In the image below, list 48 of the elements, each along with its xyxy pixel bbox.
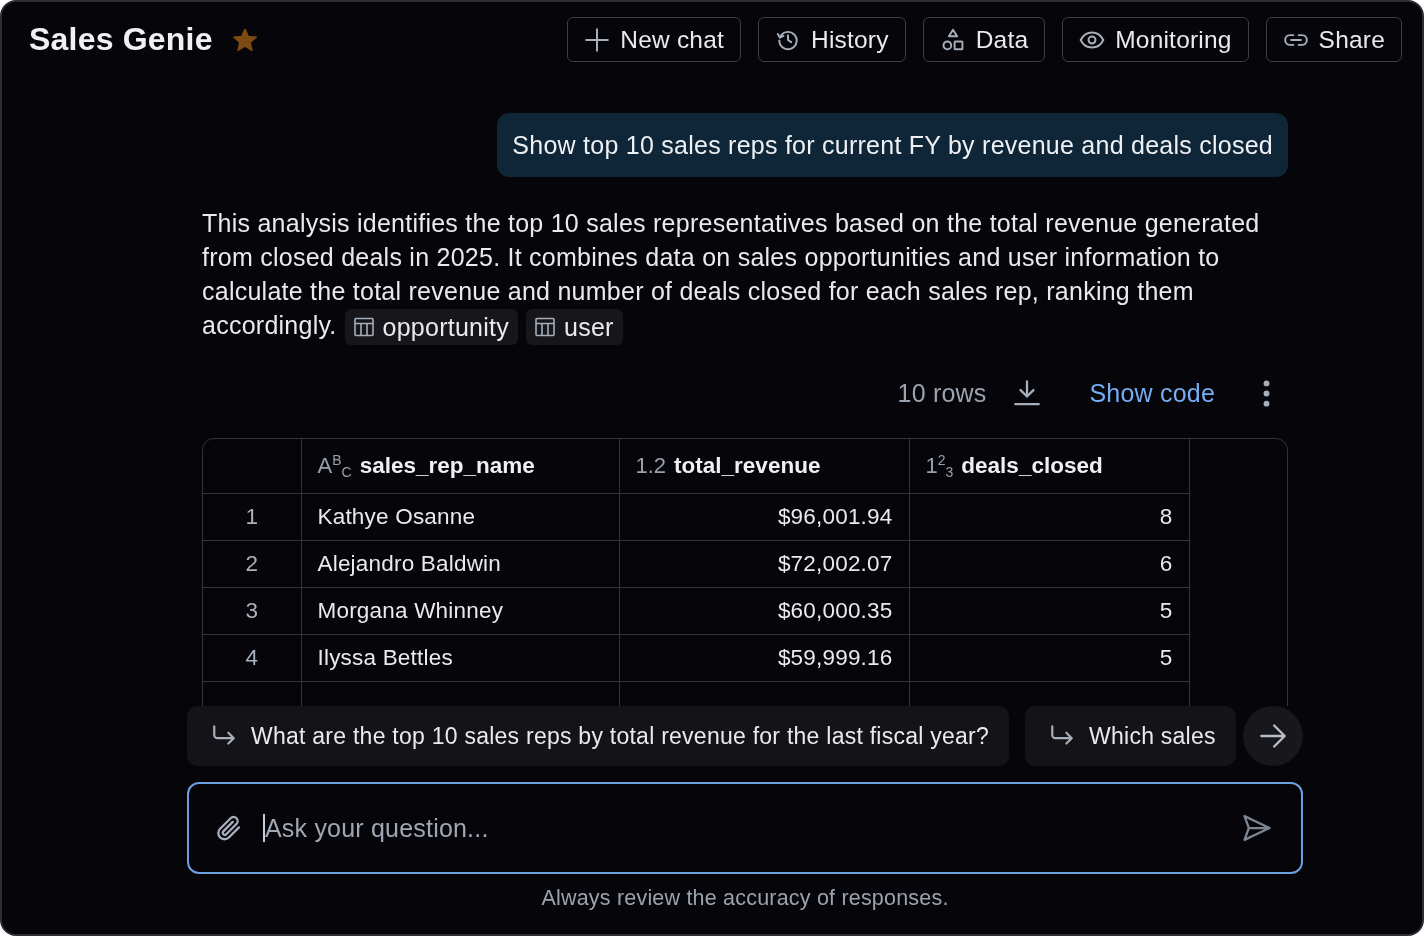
row-number: 2 — [203, 540, 301, 588]
paperclip-icon — [215, 814, 243, 842]
plus-icon — [584, 26, 611, 53]
column-name: deals_closed — [961, 453, 1103, 479]
history-button[interactable]: History — [758, 17, 906, 62]
table-cell: $96,001.94 — [619, 493, 909, 541]
row-number: 3 — [203, 587, 301, 635]
app-title: Sales Genie — [29, 21, 213, 58]
answer-text: This analysis identifies the top 10 sales representatives based on the total revenue generated from closed deals in 2025. It combines data on sales opportunities and user information to calculate the total revenue and number of deals closed for each sales rep, ranking them accordingly. opportunity user — [202, 206, 1288, 346]
type-symbol: 1.2 — [635, 453, 667, 479]
data-button[interactable]: Data — [922, 17, 1046, 62]
monitoring-button[interactable]: Monitoring — [1062, 17, 1249, 62]
column-name: total_revenue — [674, 453, 821, 479]
share-button[interactable]: Share — [1265, 17, 1402, 62]
disclaimer-text: Always review the accuracy of responses. — [540, 886, 950, 911]
table-cell: $72,002.07 — [619, 540, 909, 588]
user-message: Show top 10 sales reps for current FY by revenue and deals closed — [497, 113, 1288, 177]
table-chip[interactable]: opportunity — [344, 309, 518, 346]
more-vertical-icon — [1263, 379, 1270, 407]
row-count: 10 rows — [897, 378, 987, 408]
table-cell: $59,999.16 — [619, 634, 909, 682]
table-icon — [353, 317, 374, 338]
attach-button[interactable] — [215, 814, 243, 842]
table-cell: 5 — [909, 634, 1189, 682]
suggestion-chip[interactable]: Which sales — [1025, 706, 1236, 766]
suggestion-chip[interactable]: What are the top 10 sales reps by total revenue for the last fiscal year? — [187, 706, 1010, 766]
question-field[interactable]: Ask your question... — [187, 782, 1303, 874]
download-icon — [1012, 379, 1041, 408]
new-chat-button[interactable]: New chat — [567, 17, 741, 62]
table-cell: Morgana Whinney — [301, 587, 619, 635]
table-chip[interactable]: user — [526, 309, 623, 346]
row-number: 1 — [203, 493, 301, 541]
send-button[interactable] — [1241, 812, 1273, 844]
star-icon[interactable] — [232, 28, 257, 51]
arrow-right-icon — [1259, 722, 1287, 750]
table-cell: 5 — [909, 587, 1189, 635]
question-input[interactable]: Ask your question... — [265, 811, 1221, 845]
column-name: sales_rep_name — [359, 453, 535, 479]
table-cell: $60,000.35 — [619, 587, 909, 635]
table-cell: Kathye Osanne — [301, 493, 619, 541]
table-cell: Alejandro Baldwin — [301, 540, 619, 588]
row-number: 4 — [203, 634, 301, 682]
show-code-link[interactable]: Show code — [1089, 378, 1215, 408]
table-icon — [535, 317, 555, 338]
table-cell: 6 — [909, 540, 1189, 588]
table-cell: 8 — [909, 493, 1189, 541]
table-cell: Ilyssa Bettles — [301, 634, 619, 682]
send-icon — [1242, 813, 1272, 843]
